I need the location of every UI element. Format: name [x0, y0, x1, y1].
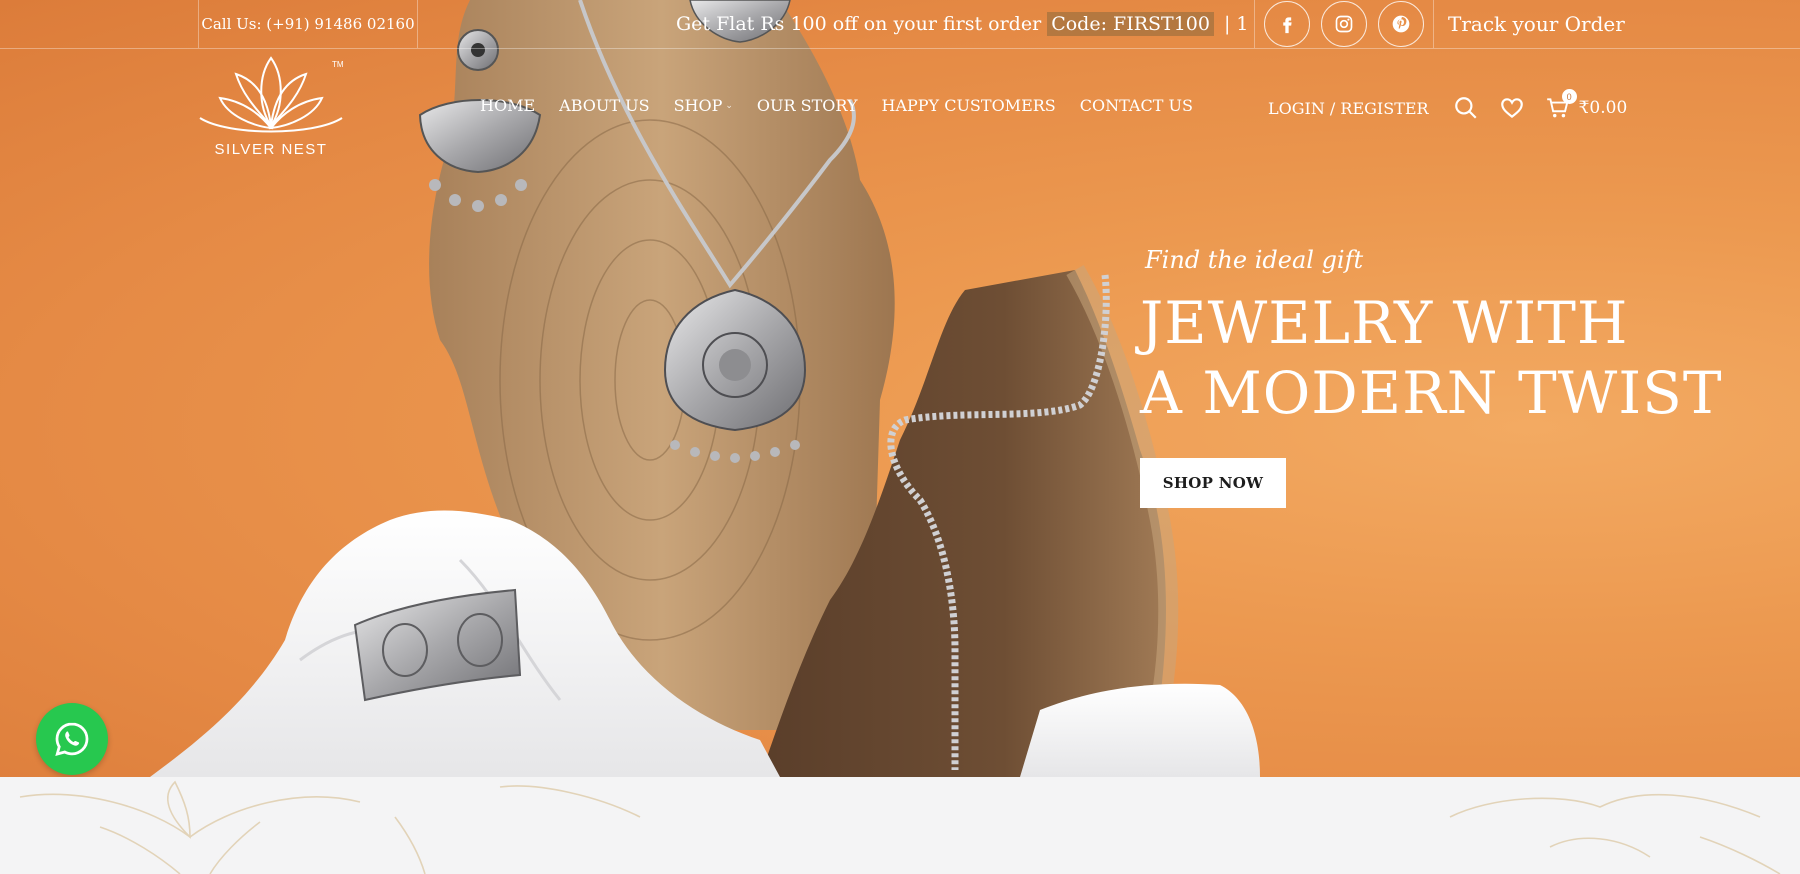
hero-eyebrow: Find the ideal gift [1145, 246, 1364, 274]
whatsapp-chat-button[interactable] [36, 703, 108, 775]
heart-icon [1500, 98, 1523, 119]
hero-headline-line-1: JEWELRY WITH [1140, 289, 1629, 357]
trademark-symbol: TM [332, 60, 344, 69]
whatsapp-icon [55, 722, 89, 756]
promo-banner: Get Flat Rs 100 off on your first order … [676, 0, 1249, 48]
hero-headline-line-2: A MODERN TWIST [1140, 359, 1723, 427]
lotus-logo-icon [199, 56, 343, 133]
search-icon [1454, 97, 1477, 119]
shop-now-button[interactable]: SHOP NOW [1140, 458, 1286, 508]
search-button[interactable] [1453, 95, 1479, 121]
pinterest-link[interactable] [1378, 1, 1424, 47]
below-fold-section [0, 777, 1800, 874]
cart-count-badge: 0 [1561, 89, 1577, 104]
hero-copy: Find the ideal gift JEWELRY WITH A MODER… [1140, 246, 1723, 508]
facebook-icon [1283, 17, 1292, 34]
brand-name: SILVER NEST [214, 141, 328, 158]
lotus-line-art-decoration [19, 780, 1781, 874]
cart-total[interactable]: ₹0.00 [1579, 98, 1628, 118]
main-navigation: HOME ABOUT US SHOP ⌄ OUR STORY HAPPY CUS… [480, 96, 1217, 115]
promo-separator: | 1 [1223, 13, 1249, 35]
promo-code: Code: FIRST100 [1047, 12, 1214, 36]
promo-text: Get Flat Rs 100 off on your first order [676, 13, 1042, 35]
instagram-icon [1335, 15, 1353, 33]
nav-contact-us[interactable]: CONTACT US [1080, 96, 1193, 115]
nav-home[interactable]: HOME [480, 96, 535, 115]
wishlist-button[interactable] [1499, 95, 1525, 121]
site-logo[interactable]: TM SILVER NEST [196, 56, 346, 166]
hero-banner: Call Us: (+91) 91486 02160 Get Flat Rs 1… [0, 0, 1800, 777]
pinterest-icon [1392, 15, 1410, 33]
nav-about-us[interactable]: ABOUT US [559, 96, 649, 115]
header-actions: LOGIN / REGISTER 0 ₹0.00 [1268, 89, 1628, 124]
track-order-link[interactable]: Track your Order [1448, 0, 1625, 48]
phone-number[interactable]: Call Us: (+91) 91486 02160 [198, 0, 418, 48]
instagram-link[interactable] [1321, 1, 1367, 47]
facebook-link[interactable] [1264, 1, 1310, 47]
social-links [1254, 0, 1434, 48]
nav-shop-label: SHOP [673, 96, 723, 115]
cart-button[interactable]: 0 [1545, 89, 1577, 121]
chevron-down-icon: ⌄ [725, 100, 733, 111]
login-register-link[interactable]: LOGIN / REGISTER [1268, 99, 1429, 118]
top-bar: Call Us: (+91) 91486 02160 Get Flat Rs 1… [0, 0, 1800, 49]
hero-headline: JEWELRY WITH A MODERN TWIST [1140, 288, 1723, 428]
nav-our-story[interactable]: OUR STORY [757, 96, 858, 115]
nav-happy-customers[interactable]: HAPPY CUSTOMERS [882, 96, 1056, 115]
nav-shop[interactable]: SHOP ⌄ [674, 96, 733, 115]
